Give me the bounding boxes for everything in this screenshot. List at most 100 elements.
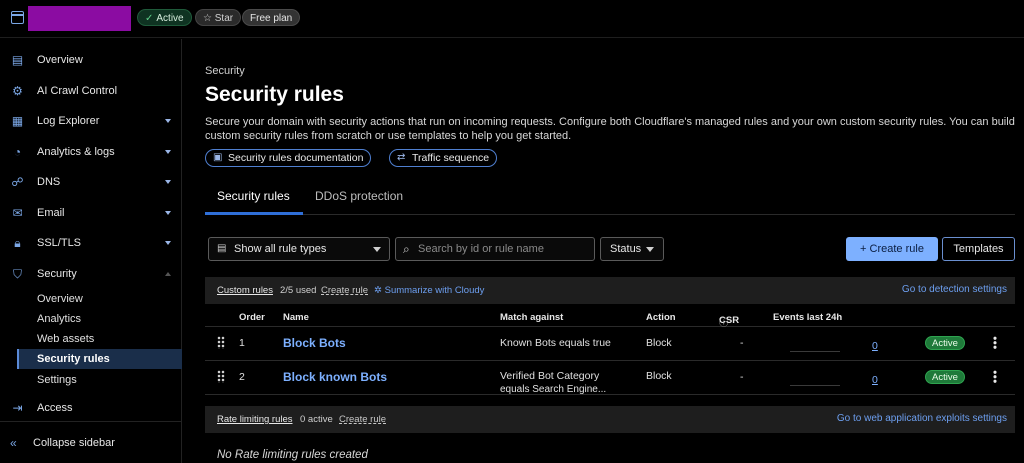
double-chevron-left-icon: « [10, 435, 17, 450]
rate-limiting-rules-title[interactable]: Rate limiting rules [217, 414, 293, 425]
zone-name-redacted[interactable] [28, 6, 131, 31]
rule-order: 2 [239, 371, 245, 383]
star-button[interactable]: ☆ Star [195, 9, 242, 26]
rule-type-select[interactable]: ▤ Show all rule types [208, 237, 390, 261]
collapse-sidebar-button[interactable]: « Collapse sidebar [0, 421, 182, 463]
main-content: Security Security rules Secure your doma… [183, 39, 1024, 463]
email-icon: ✉ [12, 205, 23, 220]
custom-create-rule-link[interactable]: Create rule [321, 285, 368, 296]
events-sparkline [790, 385, 840, 386]
drag-handle-icon[interactable] [217, 370, 225, 383]
more-options-icon[interactable] [993, 370, 997, 383]
sidebar-sub-analytics[interactable]: Analytics [17, 309, 182, 329]
rule-csr: - [740, 371, 744, 383]
col-events: Events last 24h [773, 312, 843, 323]
sidebar-item-dns[interactable]: ☍ DNS [0, 171, 182, 193]
sidebar-sub-overview[interactable]: Overview [17, 289, 182, 309]
rule-action: Block [646, 370, 672, 382]
security-rules-documentation-link[interactable]: ▣ Security rules documentation [205, 149, 372, 167]
sidebar-sub-security-rules[interactable]: Security rules [17, 349, 182, 369]
search-box: ⌕ [395, 237, 595, 261]
web-app-exploits-settings-link[interactable]: Go to web application exploits settings [837, 413, 1007, 424]
tab-ddos-protection[interactable]: DDoS protection [315, 189, 403, 203]
top-bar: ✓ Active ☆ Star Free plan [0, 0, 1024, 38]
rule-action: Block [646, 337, 672, 349]
col-order: Order [239, 312, 265, 323]
shield-icon: ⛉ [12, 266, 22, 281]
sidebar-sub-web-assets[interactable]: Web assets [17, 329, 182, 349]
more-options-icon[interactable] [993, 336, 997, 349]
col-action: Action [646, 312, 676, 323]
status-filter[interactable]: Status [600, 237, 664, 261]
status-badge: Active [925, 336, 965, 350]
sidebar-item-analytics-logs[interactable]: ◔ Analytics & logs [0, 141, 182, 163]
sidebar-item-access[interactable]: ⇥ Access [0, 397, 182, 419]
dns-icon: ☍ [11, 174, 24, 189]
summarize-with-cloudy-link[interactable]: ✲ Summarize with Cloudy [374, 285, 484, 296]
active-badge: ✓ Active [137, 9, 192, 26]
rate-create-rule-link[interactable]: Create rule [339, 414, 386, 425]
robot-icon: ⚙ [12, 83, 23, 98]
sidebar-item-email[interactable]: ✉ Email [0, 202, 182, 224]
table-row: 1 Block Bots Known Bots equals true Bloc… [205, 327, 1015, 361]
events-count-link[interactable]: 0 [872, 374, 878, 386]
events-count-link[interactable]: 0 [872, 340, 878, 352]
search-icon: ⌕ [403, 242, 410, 256]
page-title: Security rules [205, 83, 344, 106]
rate-rules-active-count: 0 active [300, 414, 333, 425]
sidebar-item-ai-crawl-control[interactable]: ⚙ AI Crawl Control [0, 80, 182, 102]
custom-rules-header: Custom rules 2/5 used Create rule ✲ Summ… [205, 277, 1015, 304]
rule-match: Verified Bot Category [500, 370, 600, 382]
chevron-down-icon [165, 119, 171, 123]
chevron-down-icon [646, 247, 654, 252]
rule-name-link[interactable]: Block known Bots [283, 370, 387, 384]
plan-badge: Free plan [242, 9, 301, 26]
sidebar-item-overview[interactable]: ▤ Overview [0, 49, 182, 71]
sidebar-item-ssl-tls[interactable]: 🔒︎ SSL/TLS [0, 232, 182, 254]
list-icon: ▤ [217, 243, 227, 254]
chevron-down-icon [165, 180, 171, 184]
check-icon: ✓ [145, 13, 154, 24]
custom-rules-used: 2/5 used [280, 285, 317, 296]
breadcrumb[interactable]: Security [205, 65, 245, 77]
status-badge: Active [925, 370, 965, 384]
lock-icon: 🔒︎ [14, 235, 21, 250]
chevron-down-icon [165, 241, 171, 245]
table-row: 2 Block known Bots Verified Bot Category… [205, 361, 1015, 395]
page-description: Secure your domain with security actions… [205, 116, 1015, 142]
chevron-down-icon [373, 247, 381, 252]
traffic-sequence-link[interactable]: ⇄ Traffic sequence [389, 149, 498, 167]
log-icon: ▦ [11, 113, 24, 128]
sidebar-item-log-explorer[interactable]: ▦ Log Explorer [0, 110, 182, 132]
chevron-up-icon [165, 272, 171, 276]
search-input[interactable] [418, 240, 590, 258]
custom-rules-title[interactable]: Custom rules [217, 285, 273, 296]
col-match-against: Match against [500, 312, 564, 323]
sidebar-sub-settings[interactable]: Settings [17, 370, 182, 390]
browser-window-icon[interactable] [11, 11, 24, 24]
rule-match: Known Bots equals true [500, 337, 611, 349]
tab-bar: Security rules DDoS protection [205, 179, 1015, 215]
table-header: Order Name Match against Action CSR ⓘ Ev… [205, 309, 1015, 329]
col-name: Name [283, 312, 309, 323]
sparkle-icon: ✲ [374, 285, 382, 296]
chevron-down-icon [165, 150, 171, 154]
document-icon: ▤ [11, 52, 24, 67]
rule-csr: - [740, 337, 744, 349]
events-sparkline [790, 351, 840, 352]
swap-arrows-icon: ⇄ [397, 152, 406, 163]
star-icon: ☆ [203, 13, 212, 24]
active-tab-indicator [205, 212, 303, 215]
chart-icon: ◔ [13, 144, 22, 159]
templates-button[interactable]: Templates [942, 237, 1015, 261]
rule-match-continued: equals Search Engine... [500, 384, 607, 395]
rule-name-link[interactable]: Block Bots [283, 336, 346, 350]
drag-handle-icon[interactable] [217, 336, 225, 349]
create-rule-button[interactable]: + Create rule [846, 237, 938, 261]
tab-security-rules[interactable]: Security rules [217, 189, 290, 203]
sidebar-item-security[interactable]: ⛉ Security [0, 263, 182, 285]
rate-limiting-rules-header: Rate limiting rules 0 active Create rule… [205, 406, 1015, 433]
rate-rules-empty-message: No Rate limiting rules created [217, 449, 368, 461]
detection-settings-link[interactable]: Go to detection settings [902, 284, 1007, 295]
access-icon: ⇥ [12, 400, 23, 415]
